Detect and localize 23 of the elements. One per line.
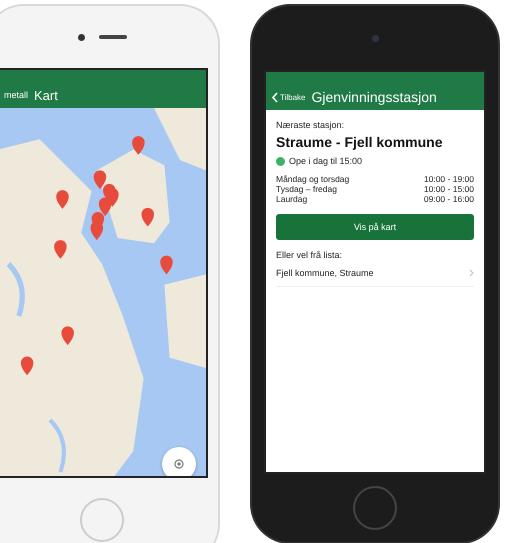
nearest-label: Næraste stasjon: bbox=[276, 120, 346, 130]
home-button[interactable] bbox=[353, 486, 397, 530]
chevron-left-icon bbox=[272, 92, 278, 102]
locate-icon bbox=[173, 458, 185, 470]
opening-hours: 10:00 - 15:00 bbox=[424, 184, 474, 194]
opening-hours: 09:00 - 16:00 bbox=[424, 194, 474, 204]
screen-title: Kart bbox=[34, 88, 58, 102]
weekday-label: Måndag og torsdag bbox=[276, 174, 350, 184]
opening-hours: 10:00 - 19:00 bbox=[424, 174, 474, 184]
station-name: Straume - Fjell kommune bbox=[276, 134, 444, 150]
back-link[interactable]: metall bbox=[4, 90, 28, 100]
chevron-right-icon bbox=[469, 269, 474, 277]
list-label: Eller vel frå lista: bbox=[276, 250, 344, 260]
show-on-map-button[interactable]: Vis på kart bbox=[276, 214, 474, 240]
weekday-label: Laurdag bbox=[276, 194, 308, 204]
screen-title: Gjenvinningsstasjon bbox=[312, 89, 437, 105]
back-link[interactable]: Tilbake bbox=[272, 92, 306, 102]
camera-icon bbox=[78, 34, 84, 40]
opening-status: Ope i dag til 15:00 bbox=[289, 156, 362, 166]
station-list-item[interactable]: Fjell kommune, Straume bbox=[276, 260, 474, 287]
weekday-label: Tysdag – fredag bbox=[276, 184, 338, 194]
camera-icon bbox=[372, 34, 378, 42]
speaker-icon bbox=[98, 35, 126, 39]
